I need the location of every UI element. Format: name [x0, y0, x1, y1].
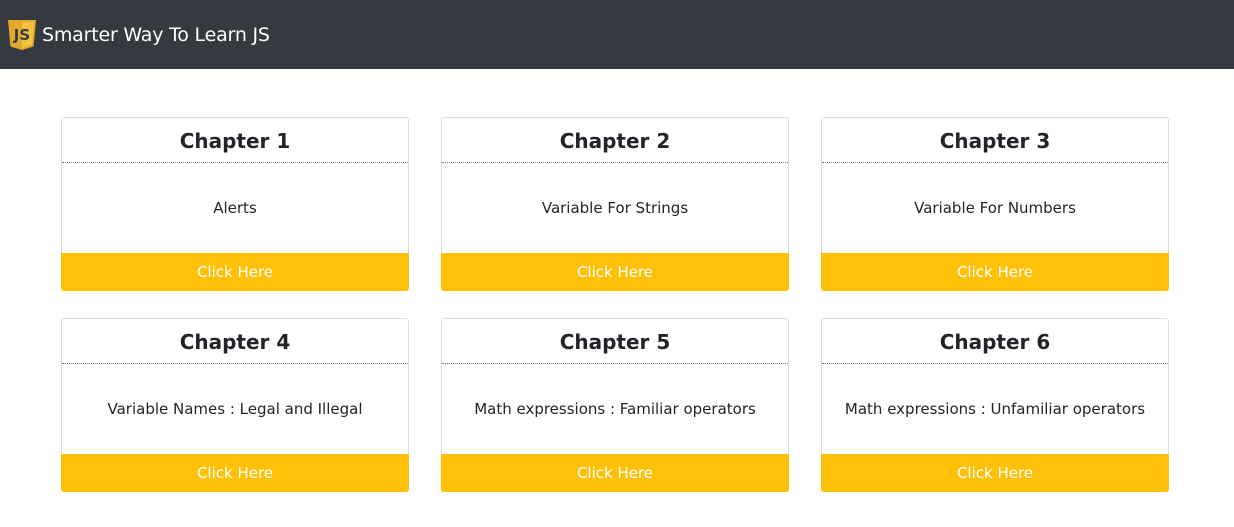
chapter-title: Chapter 6 — [939, 330, 1051, 354]
chapter-card-5: Chapter 5 Math expressions : Familiar op… — [441, 318, 789, 492]
chapter-2-click-here-button[interactable]: Click Here — [441, 253, 789, 291]
svg-text:JS: JS — [13, 26, 30, 44]
chapter-description: Variable Names : Legal and Illegal — [107, 400, 363, 418]
card-header: Chapter 6 — [822, 319, 1168, 364]
chapter-5-click-here-button[interactable]: Click Here — [441, 454, 789, 492]
chapter-6-click-here-button[interactable]: Click Here — [821, 454, 1169, 492]
brand-title: Smarter Way To Learn JS — [42, 23, 270, 46]
chapter-card-6: Chapter 6 Math expressions : Unfamiliar … — [821, 318, 1169, 492]
chapter-description: Alerts — [213, 199, 257, 217]
brand-link[interactable]: JS Smarter Way To Learn JS — [7, 19, 270, 51]
chapter-title: Chapter 5 — [559, 330, 671, 354]
js-shield-icon: JS — [7, 19, 37, 51]
card-header: Chapter 1 — [62, 118, 408, 163]
chapter-card-1: Chapter 1 Alerts Click Here — [61, 117, 409, 291]
chapter-title: Chapter 2 — [559, 129, 671, 153]
chapter-card-4: Chapter 4 Variable Names : Legal and Ill… — [61, 318, 409, 492]
card-body: Math expressions : Familiar operators — [442, 364, 788, 456]
card-body: Variable For Strings — [442, 163, 788, 255]
chapter-description: Variable For Strings — [541, 199, 689, 217]
card-header: Chapter 5 — [442, 319, 788, 364]
card-body: Variable For Numbers — [822, 163, 1168, 255]
card-header: Chapter 2 — [442, 118, 788, 163]
top-navbar: JS Smarter Way To Learn JS — [0, 0, 1234, 69]
chapter-4-click-here-button[interactable]: Click Here — [61, 454, 409, 492]
chapter-description: Math expressions : Unfamiliar operators — [844, 400, 1146, 418]
chapter-title: Chapter 3 — [939, 129, 1051, 153]
card-header: Chapter 3 — [822, 118, 1168, 163]
chapter-3-click-here-button[interactable]: Click Here — [821, 253, 1169, 291]
card-body: Math expressions : Unfamiliar operators — [822, 364, 1168, 456]
chapter-title: Chapter 1 — [179, 129, 291, 153]
card-body: Variable Names : Legal and Illegal — [62, 364, 408, 456]
chapter-description: Variable For Numbers — [914, 199, 1076, 217]
chapter-title: Chapter 4 — [179, 330, 291, 354]
card-header: Chapter 4 — [62, 319, 408, 364]
chapter-1-click-here-button[interactable]: Click Here — [61, 253, 409, 291]
chapter-card-3: Chapter 3 Variable For Numbers Click Her… — [821, 117, 1169, 291]
card-body: Alerts — [62, 163, 408, 255]
chapter-card-2: Chapter 2 Variable For Strings Click Her… — [441, 117, 789, 291]
chapter-description: Math expressions : Familiar operators — [474, 400, 756, 418]
